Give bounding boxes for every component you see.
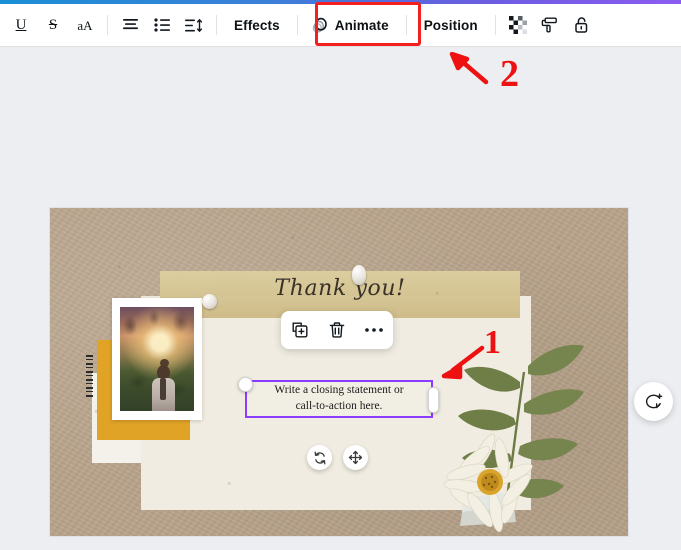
animate-label: Animate xyxy=(334,17,389,33)
underline-icon: U xyxy=(15,16,27,33)
strikethrough-icon: S xyxy=(48,16,58,33)
lock-button[interactable] xyxy=(567,10,597,40)
text-align-icon xyxy=(122,18,139,32)
transparency-icon xyxy=(508,16,527,34)
barcode-graphic xyxy=(86,355,93,399)
element-float-toolbar xyxy=(281,311,393,349)
line-spacing-icon xyxy=(185,18,203,33)
photo-frame[interactable] xyxy=(112,298,202,420)
text-line-1: Write a closing statement or xyxy=(274,384,404,396)
push-pin-banner-icon xyxy=(352,265,366,285)
position-button[interactable]: Position xyxy=(414,10,488,40)
line-spacing-button[interactable] xyxy=(179,10,209,40)
lock-icon xyxy=(573,16,590,34)
effects-label: Effects xyxy=(234,17,280,33)
photo-image xyxy=(120,307,194,411)
bulleted-list-button[interactable] xyxy=(147,10,177,40)
animate-icon xyxy=(311,16,330,34)
annotation-label-1: 1 xyxy=(484,324,501,361)
toolbar-divider-1 xyxy=(107,15,108,35)
trash-icon xyxy=(328,321,346,339)
add-comment-icon xyxy=(644,392,664,412)
more-options-button[interactable] xyxy=(359,315,389,345)
bulleted-list-icon xyxy=(153,18,171,32)
letter-case-button[interactable]: aA xyxy=(70,10,100,40)
photo-person-silhouette xyxy=(148,359,178,411)
design-canvas[interactable]: Thank you! Write a closing statement or … xyxy=(50,208,628,536)
text-toolbar: U S aA Effects Animate Position xyxy=(0,4,681,46)
letter-case-icon: aA xyxy=(77,17,93,33)
transparency-button[interactable] xyxy=(503,10,533,40)
resize-handle-left[interactable] xyxy=(238,377,253,392)
toolbar-divider-3 xyxy=(296,15,298,35)
more-options-icon xyxy=(364,326,384,334)
rotate-icon xyxy=(313,451,327,465)
annotation-arrow-2 xyxy=(448,52,492,86)
underline-button[interactable]: U xyxy=(6,10,36,40)
push-pin-photo-icon xyxy=(202,294,217,309)
toolbar-divider-5 xyxy=(494,15,496,35)
move-icon xyxy=(348,450,363,465)
move-handle[interactable] xyxy=(343,445,368,470)
text-line-2: call-to-action here. xyxy=(295,399,383,412)
add-comment-button[interactable] xyxy=(634,382,673,421)
annotation-label-2: 2 xyxy=(500,53,519,95)
animate-button[interactable]: Animate xyxy=(305,10,399,40)
duplicate-icon xyxy=(291,321,309,339)
position-label: Position xyxy=(423,17,478,33)
delete-button[interactable] xyxy=(322,315,352,345)
annotation-arrow-1 xyxy=(440,345,486,381)
copy-style-button[interactable] xyxy=(535,10,565,40)
duplicate-button[interactable] xyxy=(285,315,315,345)
effects-button[interactable]: Effects xyxy=(224,10,290,40)
rotate-handle[interactable] xyxy=(307,445,332,470)
resize-handle-right[interactable] xyxy=(428,387,439,413)
toolbar-divider-4 xyxy=(405,15,407,35)
text-element[interactable]: Write a closing statement or call-to-act… xyxy=(249,383,429,414)
toolbar-divider-2 xyxy=(216,15,217,35)
text-align-button[interactable] xyxy=(115,10,145,40)
strikethrough-button[interactable]: S xyxy=(38,10,68,40)
paint-roller-icon xyxy=(541,16,559,34)
